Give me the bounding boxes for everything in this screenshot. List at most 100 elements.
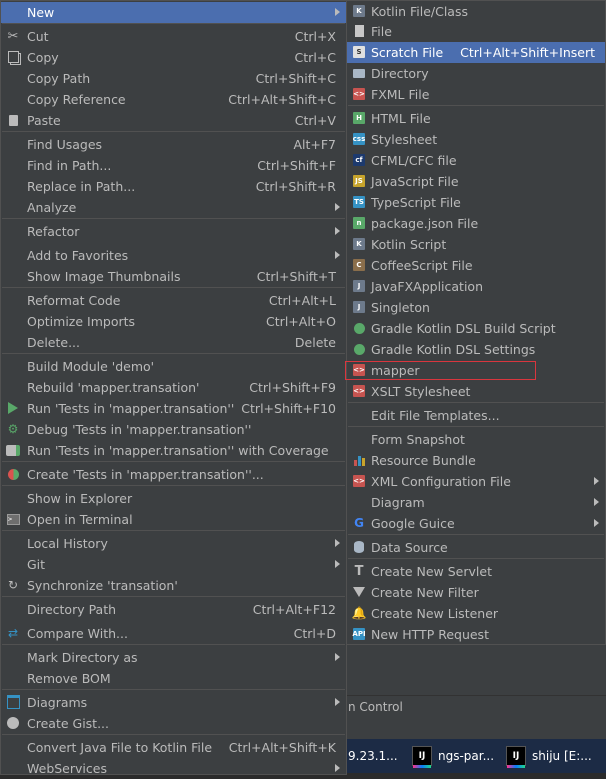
context-menu-item-find-usages[interactable]: Find Usages Alt+F7	[1, 134, 346, 155]
new-submenu-item-create-new-filter[interactable]: Create New Filter	[347, 582, 605, 603]
taskbar-item-3[interactable]: IJ shiju [E:...	[506, 739, 592, 773]
new-submenu-item-gradle-kotlin-dsl-settings[interactable]: Gradle Kotlin DSL Settings	[347, 339, 605, 360]
context-menu-item-remove-bom[interactable]: Remove BOM	[1, 668, 346, 689]
menu-item-shortcut: Ctrl+Alt+L	[268, 293, 336, 308]
context-menu-item-compare-with[interactable]: ⇄ Compare With... Ctrl+D	[1, 623, 346, 644]
new-submenu-item-stylesheet[interactable]: css Stylesheet	[347, 129, 605, 150]
context-menu-item-create-tests-in-mapper-transation[interactable]: Create 'Tests in 'mapper.transation''...	[1, 464, 346, 485]
menu-item-label: XML Configuration File	[371, 474, 511, 489]
new-submenu-item-form-snapshot[interactable]: Form Snapshot	[347, 429, 605, 450]
context-menu-item-convert-java-file-to-kotlin-file[interactable]: Convert Java File to Kotlin File Ctrl+Alt…	[1, 737, 346, 758]
context-menu-item-create-gist[interactable]: Create Gist...	[1, 713, 346, 734]
sync-icon: ↻	[7, 578, 19, 592]
new-submenu-item-create-new-servlet[interactable]: T Create New Servlet	[347, 561, 605, 582]
scratch-file-icon: S	[352, 45, 366, 59]
menu-item-label: Singleton	[371, 300, 430, 315]
menu-item-label: HTML File	[371, 111, 431, 126]
new-submenu-item-google-guice[interactable]: G Google Guice	[347, 513, 605, 534]
context-menu-item-show-image-thumbnails[interactable]: Show Image Thumbnails Ctrl+Shift+T	[1, 266, 346, 287]
menu-item-shortcut: Ctrl+Alt+Shift+C	[228, 92, 336, 107]
menu-item-label: Data Source	[371, 540, 448, 555]
taskbar-item-label: shiju [E:...	[532, 749, 592, 763]
xslt-icon: <>	[352, 384, 366, 398]
context-menu-item-cut[interactable]: ✂ Cut Ctrl+X	[1, 26, 346, 47]
menu-item-label: Reformat Code	[27, 293, 121, 308]
context-menu-item-copy-path[interactable]: Copy Path Ctrl+Shift+C	[1, 68, 346, 89]
menu-item-label: Remove BOM	[27, 671, 111, 686]
singleton-icon: J	[352, 300, 366, 314]
context-menu-item-analyze[interactable]: Analyze	[1, 197, 346, 218]
menu-item-label: File	[371, 24, 392, 39]
submenu-arrow-icon	[335, 653, 340, 661]
context-menu-item-local-history[interactable]: Local History	[1, 533, 346, 554]
menu-item-label: Gradle Kotlin DSL Settings	[371, 342, 536, 357]
new-submenu-item-directory[interactable]: Directory	[347, 63, 605, 84]
menu-item-label: Create Gist...	[27, 716, 110, 731]
context-menu-item-show-in-explorer[interactable]: Show in Explorer	[1, 488, 346, 509]
tool-window-label[interactable]: n Control	[348, 700, 403, 714]
coverage-icon	[6, 443, 20, 457]
taskbar-item-2[interactable]: IJ ngs-par...	[412, 739, 494, 773]
menu-separator	[2, 287, 345, 288]
context-menu-item-debug-tests-in-mapper-transation[interactable]: ⚙ Debug 'Tests in 'mapper.transation''	[1, 419, 346, 440]
cfml-icon: cf	[352, 153, 366, 167]
new-submenu-item-kotlin-file-class[interactable]: K Kotlin File/Class	[347, 1, 605, 22]
context-menu-item-find-in-path[interactable]: Find in Path... Ctrl+Shift+F	[1, 155, 346, 176]
context-menu-item-rebuild-mapper-transation[interactable]: Rebuild 'mapper.transation' Ctrl+Shift+F9	[1, 377, 346, 398]
context-menu-item-mark-directory-as[interactable]: Mark Directory as	[1, 647, 346, 668]
new-submenu-item-xml-configuration-file[interactable]: <> XML Configuration File	[347, 471, 605, 492]
taskbar-item-label: 9.23.1...	[348, 749, 398, 763]
css-icon: css	[352, 132, 366, 146]
context-menu-item-run-tests-in-mapper-transation[interactable]: Run 'Tests in 'mapper.transation'' Ctrl+S…	[1, 398, 346, 419]
taskbar-item-1[interactable]: 9.23.1...	[348, 739, 398, 773]
context-menu-item-webservices[interactable]: WebServices	[1, 758, 346, 779]
context-menu-item-paste[interactable]: Paste Ctrl+V	[1, 110, 346, 131]
new-submenu-item-kotlin-script[interactable]: K Kotlin Script	[347, 234, 605, 255]
context-menu-item-replace-in-path[interactable]: Replace in Path... Ctrl+Shift+R	[1, 176, 346, 197]
context-menu-item-reformat-code[interactable]: Reformat Code Ctrl+Alt+L	[1, 290, 346, 311]
npm-icon: n	[352, 216, 366, 230]
new-submenu-item-javascript-file[interactable]: JS JavaScript File	[347, 171, 605, 192]
gradle-icon	[352, 321, 366, 335]
new-submenu-item-javafxapplication[interactable]: J JavaFXApplication	[347, 276, 605, 297]
menu-item-label: Show in Explorer	[27, 491, 133, 506]
menu-item-label: Refactor	[27, 224, 80, 239]
new-submenu-item-coffeescript-file[interactable]: C CoffeeScript File	[347, 255, 605, 276]
context-menu-item-directory-path[interactable]: Directory Path Ctrl+Alt+F12	[1, 599, 346, 620]
new-submenu-item-edit-file-templates[interactable]: Edit File Templates...	[347, 405, 605, 426]
new-submenu-item-diagram[interactable]: Diagram	[347, 492, 605, 513]
new-submenu-item-scratch-file[interactable]: S Scratch File Ctrl+Alt+Shift+Insert	[347, 42, 605, 63]
new-submenu-item-create-new-listener[interactable]: 🔔 Create New Listener	[347, 603, 605, 624]
highlight-box	[345, 361, 536, 380]
context-menu-item-copy-reference[interactable]: Copy Reference Ctrl+Alt+Shift+C	[1, 89, 346, 110]
file-icon	[352, 24, 366, 38]
new-submenu-item-gradle-kotlin-dsl-build-script[interactable]: Gradle Kotlin DSL Build Script	[347, 318, 605, 339]
new-submenu-item-file[interactable]: File	[347, 21, 605, 42]
context-menu-item-new[interactable]: New	[1, 2, 346, 23]
menu-separator	[348, 105, 604, 106]
new-submenu-item-resource-bundle[interactable]: Resource Bundle	[347, 450, 605, 471]
context-menu-item-copy[interactable]: Copy Ctrl+C	[1, 47, 346, 68]
new-submenu-item-fxml-file[interactable]: <> FXML File	[347, 84, 605, 105]
new-submenu-item-data-source[interactable]: Data Source	[347, 537, 605, 558]
context-menu-item-refactor[interactable]: Refactor	[1, 221, 346, 242]
new-submenu-item-html-file[interactable]: H HTML File	[347, 108, 605, 129]
new-submenu-item-singleton[interactable]: J Singleton	[347, 297, 605, 318]
context-menu-item-delete[interactable]: Delete... Delete	[1, 332, 346, 353]
context-menu-item-synchronize-transation[interactable]: ↻ Synchronize 'transation'	[1, 575, 346, 596]
new-submenu-item-cfml-cfc-file[interactable]: cf CFML/CFC file	[347, 150, 605, 171]
context-menu-item-diagrams[interactable]: Diagrams	[1, 692, 346, 713]
new-submenu-item-package-json-file[interactable]: n package.json File	[347, 213, 605, 234]
context-menu-item-add-to-favorites[interactable]: Add to Favorites	[1, 245, 346, 266]
context-menu-item-git[interactable]: Git	[1, 554, 346, 575]
database-icon	[352, 540, 366, 554]
new-submenu-item-typescript-file[interactable]: TS TypeScript File	[347, 192, 605, 213]
context-menu-item-build-module-demo[interactable]: Build Module 'demo'	[1, 356, 346, 377]
context-menu-item-optimize-imports[interactable]: Optimize Imports Ctrl+Alt+O	[1, 311, 346, 332]
new-submenu-item-xslt-stylesheet[interactable]: <> XSLT Stylesheet	[347, 381, 605, 402]
new-submenu-item-new-http-request[interactable]: API New HTTP Request	[347, 624, 605, 645]
context-menu-item-run-tests-in-mapper-transation-with-coverage[interactable]: Run 'Tests in 'mapper.transation'' with …	[1, 440, 346, 461]
menu-item-label: Gradle Kotlin DSL Build Script	[371, 321, 556, 336]
context-menu-item-open-in-terminal[interactable]: > Open in Terminal	[1, 509, 346, 530]
menu-item-label: Diagrams	[27, 695, 88, 710]
